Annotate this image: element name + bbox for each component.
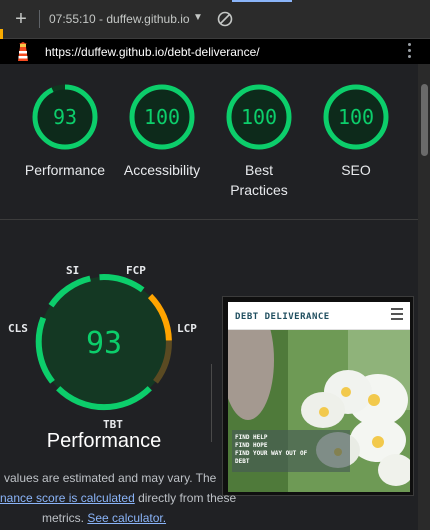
toolbar-divider: [39, 10, 40, 28]
devtools-toolbar: + 07:55:10 - duffew.github.io ▼: [0, 0, 430, 39]
metric-label-lcp[interactable]: LCP: [177, 322, 197, 335]
estimate-note-line1: values are estimated and may vary. The: [4, 471, 216, 485]
note-text: metrics.: [42, 511, 84, 525]
hero-tagline: FIND HELP FIND HOPE FIND YOUR WAY OUT OF…: [232, 430, 350, 472]
gauge-score: 93: [52, 105, 78, 129]
scrollbar[interactable]: [418, 64, 430, 530]
gauge-performance[interactable]: 93 Performance: [17, 84, 113, 180]
caret-down-icon[interactable]: ▼: [193, 12, 203, 23]
gauge-best-practices[interactable]: 100 Best Practices: [211, 84, 307, 200]
hamburger-menu-icon: [391, 308, 403, 320]
scrollbar-thumb[interactable]: [421, 84, 428, 156]
gauge-seo[interactable]: 100 SEO: [308, 84, 404, 180]
report-selector[interactable]: 07:55:10 - duffew.github.io: [49, 12, 190, 26]
performance-title: Performance: [46, 430, 162, 452]
gauge-score: 100: [337, 105, 375, 129]
gauge-label: Accessibility: [123, 162, 201, 178]
gauge-label: Best Practices: [230, 162, 288, 198]
lighthouse-report: 93 Performance 100 Accessibility 100 Bes…: [0, 64, 418, 530]
gauge-score: 100: [143, 105, 181, 129]
note-text: values are estimated and may vary. The: [4, 471, 217, 485]
metric-label-cls[interactable]: CLS: [8, 322, 28, 335]
score-calculated-link[interactable]: nance score is calculated: [0, 491, 135, 505]
note-text: directly from these: [138, 491, 237, 505]
gauge-label: Performance: [24, 162, 106, 178]
final-screenshot[interactable]: DEBT DELIVERANCE FIND HELP FIND HOPE FIN…: [222, 296, 414, 496]
see-calculator-link[interactable]: See calculator.: [87, 511, 166, 525]
section-divider: [211, 364, 212, 442]
tagline-line: FIND HOPE: [235, 442, 268, 449]
gauge-score: 100: [240, 105, 278, 129]
metric-label-si[interactable]: SI: [66, 264, 79, 277]
more-vert-icon[interactable]: [406, 43, 412, 61]
tagline-line: DEBT: [235, 458, 250, 465]
report-url[interactable]: https://duffew.github.io/debt-deliveranc…: [45, 45, 260, 59]
performance-metrics-gauge: 93: [35, 274, 172, 411]
estimate-note-line2: nance score is calculated directly from …: [0, 491, 236, 505]
screenshot-frame: DEBT DELIVERANCE FIND HELP FIND HOPE FIN…: [228, 302, 410, 492]
lighthouse-icon: [18, 42, 28, 61]
no-entry-icon[interactable]: [217, 11, 233, 27]
report-url-bar: https://duffew.github.io/debt-deliveranc…: [0, 39, 430, 64]
performance-big-score: 93: [86, 326, 122, 361]
metric-label-fcp[interactable]: FCP: [126, 264, 146, 277]
tagline-line: FIND HELP: [235, 434, 268, 441]
site-navbar: DEBT DELIVERANCE: [228, 302, 410, 330]
site-title: DEBT DELIVERANCE: [235, 312, 330, 322]
gauge-label: SEO: [341, 162, 371, 178]
score-gauges: 93 Performance 100 Accessibility 100 Bes…: [0, 64, 418, 220]
plus-icon[interactable]: +: [12, 9, 30, 29]
active-tab-indicator: [232, 0, 292, 2]
gauge-accessibility[interactable]: 100 Accessibility: [114, 84, 210, 180]
estimate-note-line3: metrics. See calculator.: [42, 511, 166, 525]
tagline-line: FIND YOUR WAY OUT OF: [235, 450, 308, 457]
